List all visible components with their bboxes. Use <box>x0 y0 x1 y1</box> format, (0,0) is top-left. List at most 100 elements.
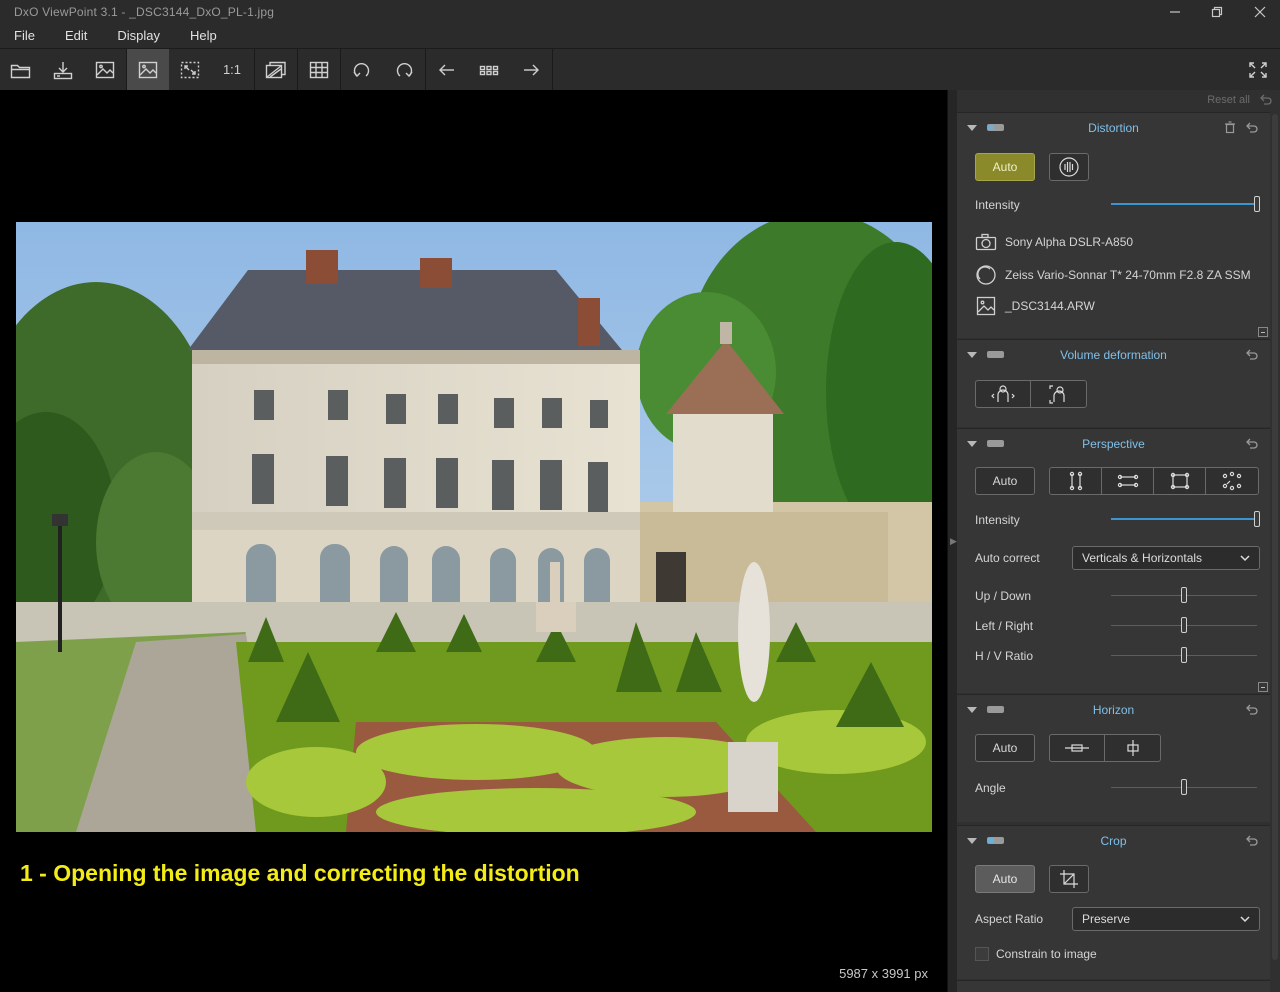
rectangle-perspective-icon[interactable] <box>1154 468 1206 494</box>
lens-icon <box>976 265 996 285</box>
auto-correct-select[interactable]: Verticals & Horizontals <box>1072 546 1260 570</box>
horizon-section: Horizon Auto Angle <box>957 694 1270 822</box>
horizontal-parallel-icon[interactable] <box>1102 468 1154 494</box>
menu-file[interactable]: File <box>0 24 50 48</box>
rotate-right-icon[interactable] <box>383 49 425 90</box>
rotate-left-icon[interactable] <box>341 49 383 90</box>
section-title: Volume deformation <box>1060 348 1167 362</box>
intensity-slider-fill <box>1111 203 1257 205</box>
perspective-mode-group <box>1049 467 1259 495</box>
collapse-arrow-icon[interactable]: ▶ <box>950 536 957 547</box>
chevron-down-icon <box>1240 916 1250 923</box>
perspective-header[interactable]: Perspective <box>957 429 1270 459</box>
trash-icon[interactable] <box>1224 121 1236 139</box>
section-title: Crop <box>1100 834 1127 848</box>
angle-label: Angle <box>975 781 1006 795</box>
hv-ratio-label: H / V Ratio <box>975 649 1034 663</box>
export-icon[interactable] <box>42 49 84 90</box>
lens-model: Zeiss Vario-Sonnar T* 24-70mm F2.8 ZA SS… <box>1005 268 1251 282</box>
volume-section: Volume deformation <box>957 339 1270 427</box>
lens-row: Zeiss Vario-Sonnar T* 24-70mm F2.8 ZA SS… <box>975 264 1251 286</box>
image-file-icon <box>976 296 996 316</box>
aspect-ratio-select[interactable]: Preserve <box>1072 907 1260 931</box>
reset-icon[interactable] <box>1244 703 1258 722</box>
intensity-label: Intensity <box>975 513 1020 527</box>
camera-icon <box>975 233 997 251</box>
grid-icon[interactable] <box>298 49 340 90</box>
section-title: Perspective <box>1082 437 1145 451</box>
panel-scrollbar[interactable] <box>1272 114 1278 960</box>
toolbar-divider <box>552 49 553 90</box>
next-icon[interactable] <box>510 49 552 90</box>
menu-bar: File Edit Display Help <box>0 24 1280 48</box>
restore-icon[interactable] <box>1197 0 1237 24</box>
crop-section: Crop Auto Aspect Ratio Preserve Constrai… <box>957 825 1270 979</box>
intensity-slider-thumb[interactable] <box>1254 511 1260 527</box>
reset-all-button[interactable]: Reset all <box>1207 94 1250 106</box>
reset-icon[interactable] <box>1244 437 1258 456</box>
zoom-100-icon[interactable]: 1:1 <box>211 49 253 90</box>
image-compare-icon[interactable] <box>84 49 126 90</box>
close-icon[interactable] <box>1240 0 1280 24</box>
minimize-icon[interactable] <box>1155 0 1195 24</box>
crop-auto-button[interactable]: Auto <box>975 865 1035 893</box>
cylindrical-person-icon[interactable] <box>976 381 1031 407</box>
image-viewer[interactable]: 1 - Opening the image and correcting the… <box>0 90 947 992</box>
crop-icon[interactable] <box>1049 865 1089 893</box>
filmstrip-icon[interactable] <box>468 49 510 90</box>
up-down-label: Up / Down <box>975 589 1032 603</box>
section-title: Horizon <box>1092 703 1135 717</box>
distortion-auto-button[interactable]: Auto <box>975 153 1035 181</box>
camera-model: Sony Alpha DSLR-A850 <box>1005 235 1134 249</box>
distortion-header[interactable]: Distortion <box>957 113 1270 143</box>
up-down-slider-thumb[interactable] <box>1181 587 1187 603</box>
hv-ratio-slider-thumb[interactable] <box>1181 647 1187 663</box>
collapse-icon[interactable] <box>1258 327 1268 337</box>
folder-open-icon[interactable] <box>0 49 42 90</box>
menu-display[interactable]: Display <box>102 24 175 48</box>
panel-splitter[interactable]: ▶ <box>947 90 957 992</box>
lens-profile-button[interactable] <box>1049 153 1089 181</box>
eight-point-perspective-icon[interactable] <box>1206 468 1258 494</box>
reset-all-icon[interactable] <box>1258 93 1272 112</box>
photo-preview[interactable] <box>16 222 932 832</box>
spherical-person-icon[interactable] <box>1031 381 1086 407</box>
horizon-auto-button[interactable]: Auto <box>975 734 1035 762</box>
toolbar: 1:1 <box>0 48 1280 90</box>
reset-icon[interactable] <box>1244 121 1258 140</box>
image-view-icon[interactable] <box>127 49 169 90</box>
horizon-mode-group <box>1049 734 1161 762</box>
angle-slider-thumb[interactable] <box>1181 779 1187 795</box>
perspective-auto-button[interactable]: Auto <box>975 467 1035 495</box>
crop-header[interactable]: Crop <box>957 826 1270 856</box>
horizon-header[interactable]: Horizon <box>957 695 1270 725</box>
reset-icon[interactable] <box>1244 348 1258 367</box>
aspect-ratio-label: Aspect Ratio <box>975 912 1044 926</box>
window-title: DxO ViewPoint 3.1 - _DSC3144_DxO_PL-1.jp… <box>14 5 275 19</box>
source-file: _DSC3144.ARW <box>1005 299 1095 313</box>
collapse-icon[interactable] <box>1258 682 1268 692</box>
volume-mode-group <box>975 380 1087 408</box>
constrain-checkbox[interactable] <box>975 947 989 961</box>
before-after-icon[interactable] <box>255 49 297 90</box>
intensity-slider-thumb[interactable] <box>1254 196 1260 212</box>
auto-correct-label: Auto correct <box>975 551 1040 565</box>
left-right-slider-thumb[interactable] <box>1181 617 1187 633</box>
volume-header[interactable]: Volume deformation <box>957 340 1270 370</box>
fit-screen-icon[interactable] <box>169 49 211 90</box>
vertical-level-icon[interactable] <box>1105 735 1160 761</box>
corrections-panel: Reset all Distortion Auto Intensity Sony… <box>957 90 1280 992</box>
previous-icon[interactable] <box>426 49 468 90</box>
intensity-slider-fill <box>1111 518 1257 520</box>
horizontal-level-icon[interactable] <box>1050 735 1105 761</box>
vertical-parallel-icon[interactable] <box>1050 468 1102 494</box>
fullscreen-icon[interactable] <box>1237 49 1279 90</box>
left-right-label: Left / Right <box>975 619 1034 633</box>
aspect-ratio-value: Preserve <box>1082 912 1131 926</box>
distortion-section: Distortion Auto Intensity Sony Alpha DSL… <box>957 112 1270 338</box>
constrain-label: Constrain to image <box>996 947 1097 961</box>
next-section-header[interactable] <box>957 980 1270 992</box>
menu-edit[interactable]: Edit <box>50 24 102 48</box>
reset-icon[interactable] <box>1244 834 1258 853</box>
menu-help[interactable]: Help <box>175 24 232 48</box>
